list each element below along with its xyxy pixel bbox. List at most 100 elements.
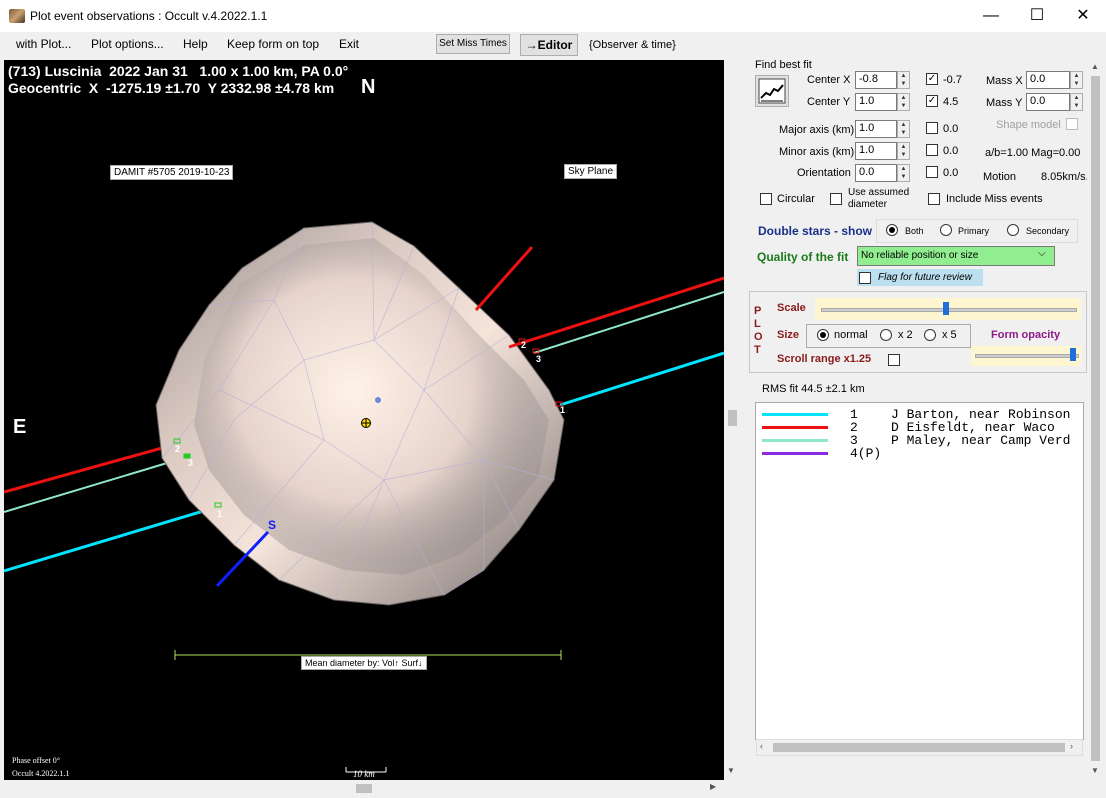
- menu-with-plot[interactable]: with Plot...: [16, 37, 71, 51]
- flag-review-checkbox[interactable]: [859, 272, 871, 284]
- center-y-input[interactable]: 1.0: [855, 93, 897, 111]
- minor-axis-input[interactable]: 1.0: [855, 142, 897, 160]
- major-axis-spinner[interactable]: ▲ ▼: [897, 120, 910, 138]
- orientation-spinner[interactable]: ▲ ▼: [897, 164, 910, 182]
- scroll-thumb[interactable]: [728, 410, 737, 426]
- minimize-button[interactable]: —: [968, 0, 1014, 32]
- orientation-input[interactable]: 0.0: [855, 164, 897, 182]
- quality-dropdown[interactable]: No reliable position or size ⌵: [857, 246, 1055, 266]
- window-title: Plot event observations : Occult v.4.202…: [30, 9, 268, 23]
- both-radio[interactable]: [886, 224, 898, 236]
- major-axis-checkbox[interactable]: [926, 122, 938, 134]
- both-label: Both: [905, 226, 924, 236]
- include-miss-checkbox[interactable]: [928, 193, 940, 205]
- south-label: S: [268, 518, 277, 532]
- scroll-thumb[interactable]: [773, 743, 1065, 752]
- motion-label: Motion: [983, 171, 1017, 183]
- size-x5-label: x 5: [942, 329, 957, 341]
- mass-y-spinner[interactable]: ▲ ▼: [1070, 93, 1083, 111]
- center-x-check-value: -0.7: [943, 74, 962, 86]
- center-y-spinner[interactable]: ▲ ▼: [897, 93, 910, 111]
- scale-slider[interactable]: [815, 298, 1081, 320]
- plot-horizontal-scrollbar[interactable]: ▶: [4, 780, 724, 797]
- list-item[interactable]: 4(P): [756, 446, 881, 461]
- menu-exit[interactable]: Exit: [339, 37, 359, 51]
- mass-x-label: Mass X: [986, 75, 1023, 87]
- chord-label-1-left: 1: [217, 509, 223, 519]
- scroll-down-arrow[interactable]: ▼: [727, 766, 735, 775]
- observer-time-label[interactable]: {Observer & time}: [589, 39, 676, 51]
- ab-mag-label: a/b=1.00 Mag=0.00: [985, 147, 1081, 159]
- upper-red-line: [474, 246, 534, 311]
- mass-y-label: Mass Y: [986, 97, 1023, 109]
- chord-label-3-left: 3: [188, 458, 194, 468]
- form-opacity-label: Form opacity: [991, 329, 1061, 341]
- primary-radio[interactable]: [940, 224, 952, 236]
- circular-label: Circular: [777, 193, 815, 205]
- legend-horizontal-scrollbar[interactable]: ‹ ›: [756, 739, 1083, 756]
- minor-axis-checkbox[interactable]: [926, 144, 938, 156]
- plot-vertical-scrollbar[interactable]: ▼: [724, 60, 741, 780]
- panel-vertical-scrollbar[interactable]: ▲ ▼: [1087, 60, 1104, 780]
- close-button[interactable]: ✕: [1060, 0, 1106, 32]
- rms-fit-label: RMS fit 44.5 ±2.1 km: [762, 383, 865, 395]
- center-y-checkbox[interactable]: ✓: [926, 95, 938, 107]
- legend-name: P Maley, near Camp Verd: [891, 433, 1071, 448]
- menu-keep-on-top[interactable]: Keep form on top: [227, 37, 319, 51]
- damit-label: DAMIT #5705 2019-10-23: [110, 165, 234, 180]
- orientation-checkbox[interactable]: [926, 166, 938, 178]
- scroll-down-arrow[interactable]: ▼: [1091, 766, 1099, 775]
- legend-num: 4(P): [850, 446, 882, 461]
- set-miss-times-button[interactable]: Set Miss Times: [436, 34, 510, 54]
- menu-help[interactable]: Help: [183, 37, 208, 51]
- scale-thumb[interactable]: [943, 302, 949, 315]
- center-x-spinner[interactable]: ▲ ▼: [897, 71, 910, 89]
- major-axis-input[interactable]: 1.0: [855, 120, 897, 138]
- circular-checkbox[interactable]: [760, 193, 772, 205]
- chord-label-2-left: 2: [175, 444, 181, 454]
- center-y-check-value: 4.5: [943, 96, 959, 108]
- size-normal-radio[interactable]: [817, 329, 829, 341]
- mass-y-input[interactable]: 0.0: [1026, 93, 1070, 111]
- scroll-right-arrow[interactable]: ›: [1070, 741, 1073, 751]
- scroll-thumb[interactable]: [356, 784, 372, 793]
- maximize-button[interactable]: ☐: [1014, 0, 1060, 32]
- chord-3-right: [533, 291, 724, 354]
- list-item[interactable]: 1 J Barton, near Robinson: [756, 407, 1070, 422]
- scroll-thumb[interactable]: [1091, 76, 1100, 761]
- minor-axis-check-value: 0.0: [943, 145, 959, 157]
- opacity-slider[interactable]: [971, 346, 1081, 366]
- size-x5-radio[interactable]: [924, 329, 936, 341]
- size-x2-radio[interactable]: [880, 329, 892, 341]
- quality-label: Quality of the fit: [757, 250, 849, 264]
- orientation-label: Orientation: [797, 167, 851, 179]
- scroll-right-arrow[interactable]: ▶: [710, 782, 716, 791]
- scale-track: [821, 308, 1077, 312]
- shape-model-checkbox[interactable]: [1066, 118, 1078, 130]
- find-best-fit-button[interactable]: [755, 75, 789, 107]
- scroll-up-arrow[interactable]: ▲: [1091, 62, 1099, 71]
- centroid-dot: [375, 397, 381, 403]
- quality-value: No reliable position or size: [861, 250, 979, 261]
- scroll-left-arrow[interactable]: ‹: [760, 741, 763, 751]
- list-item[interactable]: 2 D Eisfeldt, near Waco: [756, 420, 1055, 435]
- opacity-thumb[interactable]: [1070, 348, 1076, 361]
- editor-button[interactable]: →Editor: [520, 34, 578, 56]
- minor-axis-spinner[interactable]: ▲ ▼: [897, 142, 910, 160]
- use-assumed-checkbox[interactable]: [830, 193, 842, 205]
- secondary-radio[interactable]: [1007, 224, 1019, 236]
- mass-x-input[interactable]: 0.0: [1026, 71, 1070, 89]
- scale-bar-label: 10 km: [353, 769, 375, 779]
- observer-legend-list[interactable]: 1 J Barton, near Robinson 2 D Eisfeldt, …: [755, 402, 1084, 740]
- use-assumed-label: Use assumed diameter: [848, 187, 910, 210]
- legend-line-2: [762, 426, 828, 429]
- menu-plot-options[interactable]: Plot options...: [91, 37, 164, 51]
- scroll-range-checkbox[interactable]: [888, 354, 900, 366]
- phase-offset: Phase offset 0°: [12, 756, 60, 765]
- center-x-input[interactable]: -0.8: [855, 71, 897, 89]
- plot-canvas[interactable]: (713) Luscinia 2022 Jan 31 1.00 x 1.00 k…: [4, 60, 724, 780]
- center-x-checkbox[interactable]: ✓: [926, 73, 938, 85]
- mass-x-spinner[interactable]: ▲ ▼: [1070, 71, 1083, 89]
- plot-header-line2: Geocentric X -1275.19 ±1.70 Y 2332.98 ±4…: [8, 80, 335, 96]
- list-item[interactable]: 3 P Maley, near Camp Verd: [756, 433, 1070, 448]
